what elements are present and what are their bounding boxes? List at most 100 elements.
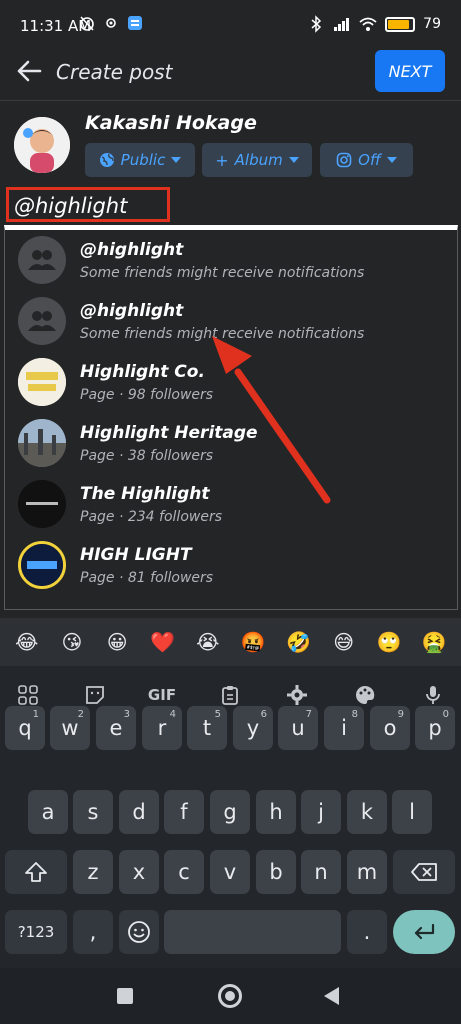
emoji-key[interactable]: 🙄 — [374, 630, 404, 654]
space-bar[interactable] — [164, 910, 341, 954]
shift-icon — [25, 862, 47, 882]
key-n[interactable]: n — [301, 850, 341, 894]
key-hint: 7 — [305, 709, 312, 720]
list-item[interactable]: @highlight Some friends might receive no… — [5, 230, 457, 290]
symbols-key[interactable]: ?123 — [5, 910, 67, 954]
key-s[interactable]: s — [73, 790, 113, 834]
key-k[interactable]: k — [347, 790, 387, 834]
key-hint: 1 — [32, 709, 39, 720]
signal-boost-icon — [106, 18, 116, 28]
emoji-key[interactable]: 🤬 — [238, 630, 268, 654]
page-avatar — [18, 358, 66, 406]
smiley-icon — [128, 921, 150, 943]
mention-subtitle: Some friends might receive notifications — [80, 265, 365, 281]
emoji-key[interactable]: ❤️ — [148, 630, 178, 654]
emoji-key[interactable]: 😂 — [12, 630, 42, 654]
avatar-illustration-icon — [14, 117, 70, 173]
key-hint: 5 — [214, 709, 221, 720]
key-q[interactable]: q1 — [5, 706, 45, 750]
mention-title: @highlight — [80, 301, 184, 321]
key-label: o — [383, 716, 397, 740]
key-hint: 0 — [442, 709, 449, 720]
key-b[interactable]: b — [256, 850, 296, 894]
wifi-icon — [359, 17, 377, 31]
key-y[interactable]: y6 — [233, 706, 273, 750]
home-icon[interactable] — [218, 984, 242, 1008]
nav-back-icon[interactable] — [324, 987, 339, 1005]
key-d[interactable]: d — [119, 790, 159, 834]
list-item[interactable]: The Highlight Page · 234 followers — [5, 474, 457, 534]
list-item[interactable]: @highlight Some friends might receive no… — [5, 291, 457, 351]
emoji-key[interactable]: 😅 — [329, 630, 359, 654]
album-label: Album — [234, 151, 283, 169]
key-label: u — [291, 716, 305, 740]
system-nav-bar — [0, 968, 461, 1024]
group-icon — [18, 297, 66, 345]
emoji-key[interactable]: 🤣 — [283, 630, 313, 654]
emoji-key[interactable]: 😭 — [193, 630, 223, 654]
key-v[interactable]: v — [210, 850, 250, 894]
user-name: Kakashi Hokage — [85, 112, 257, 134]
key-h[interactable]: h — [256, 790, 296, 834]
key-w[interactable]: w2 — [50, 706, 90, 750]
key-hint: 6 — [260, 709, 267, 720]
key-u[interactable]: u7 — [278, 706, 318, 750]
list-item[interactable]: HIGH LIGHT Page · 81 followers — [5, 535, 457, 595]
shift-key[interactable] — [5, 850, 67, 894]
key-j[interactable]: j — [301, 790, 341, 834]
key-m[interactable]: m — [347, 850, 387, 894]
key-label: w — [61, 716, 79, 740]
user-avatar — [14, 117, 70, 173]
emoji-key[interactable]: 😘 — [57, 630, 87, 654]
key-p[interactable]: p0 — [415, 706, 455, 750]
header-divider — [0, 100, 461, 101]
emoji-key[interactable]: 🤮 — [419, 630, 449, 654]
backspace-key[interactable] — [393, 850, 455, 894]
key-hint: 2 — [77, 709, 84, 720]
globe-icon — [99, 153, 114, 167]
chevron-down-icon — [386, 157, 397, 163]
page-avatar — [18, 541, 66, 589]
annotation-highlight-box — [6, 187, 170, 222]
emoji-key[interactable] — [119, 910, 159, 954]
instagram-share-label: Off — [358, 151, 381, 169]
emoji-key[interactable]: 😀 — [102, 630, 132, 654]
mention-title: Highlight Heritage — [80, 423, 258, 443]
audience-public-label: Public — [120, 151, 166, 169]
key-o[interactable]: o9 — [370, 706, 410, 750]
comma-key[interactable]: , — [73, 910, 113, 954]
mention-subtitle: Page · 38 followers — [80, 448, 214, 464]
key-r[interactable]: r4 — [142, 706, 182, 750]
instagram-share-button[interactable]: Off — [320, 143, 413, 177]
key-l[interactable]: l — [392, 790, 432, 834]
emoji-suggestion-row: 😂 😘 😀 ❤️ 😭 🤬 🤣 😅 🙄 🤮 — [0, 618, 461, 666]
period-key[interactable]: . — [347, 910, 387, 954]
recents-icon[interactable] — [117, 988, 133, 1004]
key-x[interactable]: x — [119, 850, 159, 894]
list-item[interactable]: Highlight Co. Page · 98 followers — [5, 352, 457, 412]
back-arrow-icon[interactable] — [14, 56, 44, 86]
key-z[interactable]: z — [73, 850, 113, 894]
bluetooth-icon — [311, 15, 322, 33]
album-button[interactable]: + Album — [202, 143, 312, 177]
list-item[interactable]: Highlight Heritage Page · 38 followers — [5, 413, 457, 473]
key-c[interactable]: c — [164, 850, 204, 894]
key-label: e — [109, 716, 123, 740]
next-button[interactable]: NEXT — [375, 50, 445, 92]
mention-title: @highlight — [80, 240, 184, 260]
key-label: q — [18, 716, 32, 740]
page-avatar — [18, 480, 66, 528]
instagram-icon — [336, 152, 352, 168]
mention-subtitle: Page · 234 followers — [80, 509, 222, 525]
key-i[interactable]: i8 — [324, 706, 364, 750]
key-f[interactable]: f — [164, 790, 204, 834]
chevron-down-icon — [171, 157, 182, 163]
mention-suggestions-list: @highlight Some friends might receive no… — [4, 225, 458, 610]
key-g[interactable]: g — [210, 790, 250, 834]
key-t[interactable]: t5 — [187, 706, 227, 750]
audience-public-button[interactable]: Public — [85, 143, 195, 177]
key-a[interactable]: a — [28, 790, 68, 834]
alarm-off-icon — [80, 16, 94, 31]
key-e[interactable]: e3 — [96, 706, 136, 750]
enter-key[interactable] — [393, 910, 455, 954]
